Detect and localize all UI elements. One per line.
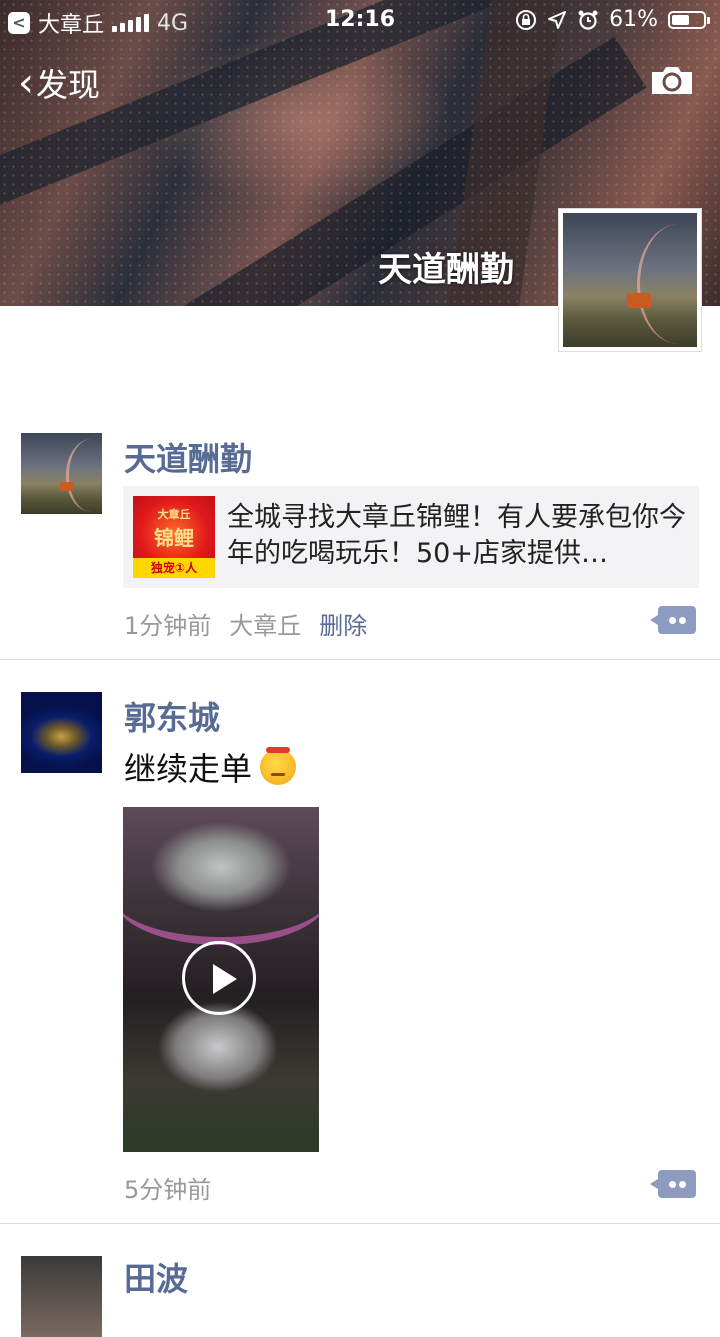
post-meta: 1分钟前 大章丘 删除	[124, 606, 367, 641]
post-author[interactable]: 田波	[124, 1254, 188, 1300]
post-time: 1分钟前	[124, 612, 212, 640]
camera-icon[interactable]	[650, 64, 694, 96]
post-meta: 5分钟前	[124, 1170, 211, 1205]
back-label: 发现	[36, 66, 101, 104]
link-thumbnail: 大章丘 锦鲤 独宠①人	[133, 496, 215, 578]
link-title: 全城寻找大章丘锦鲤！有人要承包你今年的吃喝玩乐！50+店家提供…	[227, 502, 686, 569]
chevron-left-icon: ‹	[18, 60, 34, 106]
comment-button[interactable]	[650, 606, 696, 634]
post-time: 5分钟前	[124, 1176, 212, 1204]
profile-name: 天道酬勤	[378, 250, 514, 290]
post-location[interactable]: 大章丘	[229, 606, 301, 641]
thumb-band-text: 独宠①人	[133, 558, 215, 578]
avatar[interactable]	[21, 1256, 102, 1337]
back-button[interactable]: ‹ 发现	[18, 60, 100, 106]
divider	[0, 659, 720, 660]
avatar[interactable]	[21, 433, 102, 514]
frustrated-emoji-icon	[260, 747, 297, 785]
status-bar: < 大章丘 4G 12:16 61%	[0, 0, 720, 40]
play-icon[interactable]	[182, 941, 256, 1015]
shared-link-card[interactable]: 大章丘 锦鲤 独宠①人 全城寻找大章丘锦鲤！有人要承包你今年的吃喝玩乐！50+店…	[123, 486, 699, 588]
divider	[0, 1223, 720, 1224]
video-thumbnail[interactable]	[123, 807, 319, 1152]
post-text: 继续走单	[124, 744, 297, 790]
delete-button[interactable]: 删除	[319, 606, 367, 641]
comment-button[interactable]	[650, 1170, 696, 1198]
rotation-lock-icon	[516, 9, 537, 30]
alarm-icon	[578, 10, 598, 30]
post-author[interactable]: 郭东城	[124, 693, 220, 739]
avatar[interactable]	[21, 692, 102, 773]
battery-icon	[668, 10, 710, 29]
thumb-main-text: 锦鲤	[154, 526, 194, 550]
battery-percent: 61%	[609, 7, 658, 32]
post-author[interactable]: 天道酬勤	[124, 434, 252, 480]
profile-avatar[interactable]	[558, 208, 702, 352]
thumb-top-text: 大章丘	[157, 508, 191, 521]
post-text-content: 继续走单	[124, 750, 253, 788]
location-arrow-icon	[548, 10, 567, 29]
